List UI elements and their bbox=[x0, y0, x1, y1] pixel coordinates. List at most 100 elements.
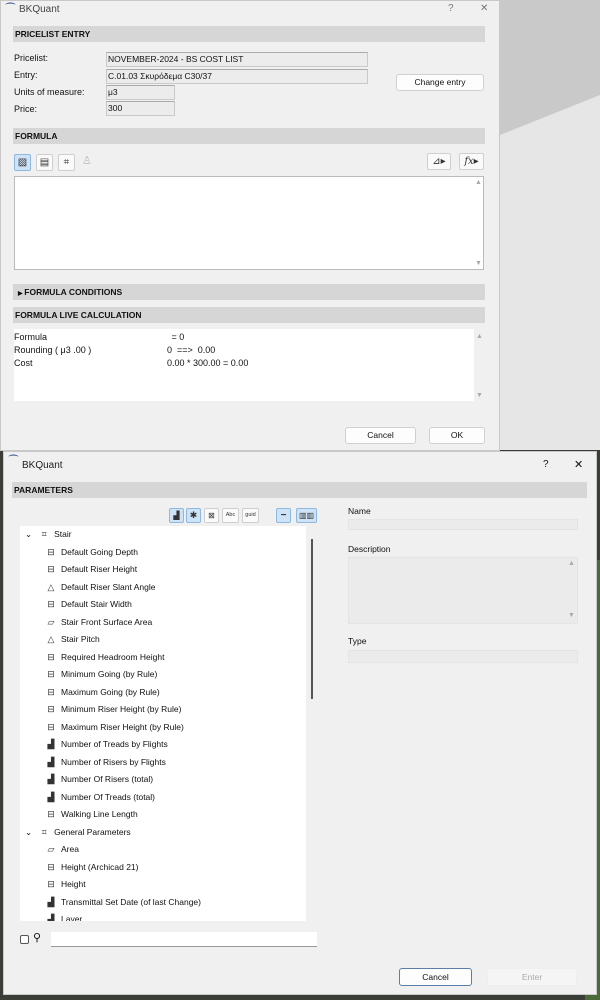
dialog-title: BKQuant bbox=[19, 4, 60, 15]
tree-item[interactable]: ⊟ Default Riser Height bbox=[20, 561, 306, 579]
dimension-icon: ⊟ bbox=[47, 651, 55, 662]
help-button[interactable]: ? bbox=[543, 459, 549, 470]
calc-label: Cost bbox=[14, 358, 33, 368]
tree-item[interactable]: ▱ Stair Front Surface Area bbox=[20, 614, 306, 632]
scroll-down-icon[interactable]: ▼ bbox=[476, 392, 483, 399]
text-filter-button[interactable]: Abc bbox=[222, 508, 239, 523]
dialog-title: BKQuant bbox=[22, 460, 63, 471]
function-menu-icon[interactable]: fx▸ bbox=[459, 153, 484, 170]
formula-conditions-header[interactable]: ▶ FORMULA CONDITIONS bbox=[13, 284, 485, 300]
item-label: Maximum Riser Height (by Rule) bbox=[61, 721, 184, 732]
calc-value: 0 ==> 0.00 bbox=[167, 345, 216, 355]
item-label: Walking Line Length bbox=[61, 809, 138, 819]
tree-group[interactable]: ⌄ ⌗ General Parameters bbox=[20, 824, 306, 842]
app-logo-icon: ⁀ bbox=[9, 456, 18, 468]
chevron-down-icon[interactable]: ⌄ bbox=[25, 827, 32, 837]
type-label: Type bbox=[348, 636, 367, 646]
close-button[interactable]: ✕ bbox=[574, 458, 583, 471]
bricks-icon[interactable]: ▤ bbox=[36, 154, 53, 171]
tree-item[interactable]: ⊟ Maximum Riser Height (by Rule) bbox=[20, 719, 306, 737]
tree-item[interactable]: ⊟ Default Going Depth bbox=[20, 544, 306, 562]
scroll-up-icon[interactable]: ▲ bbox=[475, 179, 482, 186]
angle-menu-icon[interactable]: ⊿▸ bbox=[427, 153, 451, 170]
scroll-up-icon[interactable]: ▲ bbox=[568, 560, 575, 567]
scroll-down-icon[interactable]: ▼ bbox=[475, 260, 482, 267]
tree-item[interactable]: ▟ Transmittal Set Date (of last Change) bbox=[20, 894, 306, 912]
pricelist-entry-header: PRICELIST ENTRY bbox=[13, 26, 485, 42]
item-label: Required Headroom Height bbox=[61, 651, 165, 662]
item-label: Minimum Riser Height (by Rule) bbox=[61, 704, 182, 714]
item-label: Height bbox=[61, 879, 86, 889]
tree-group[interactable]: ⌄ ⌗ Stair bbox=[20, 526, 306, 544]
tag-icon[interactable]: ⌗ bbox=[58, 154, 75, 171]
cancel-button[interactable]: Cancel bbox=[345, 427, 416, 444]
close-button[interactable]: ✕ bbox=[480, 3, 488, 14]
tree-item[interactable]: ▟ Number Of Risers (total) bbox=[20, 771, 306, 789]
pricelist-field: NOVEMBER-2024 - BS COST LIST bbox=[106, 52, 368, 67]
units-field: μ3 bbox=[106, 85, 175, 100]
scroll-down-icon[interactable]: ▼ bbox=[568, 612, 575, 619]
item-label: Maximum Going (by Rule) bbox=[61, 686, 160, 697]
hatch-icon[interactable]: ▨ bbox=[14, 154, 31, 171]
item-label: Stair Pitch bbox=[61, 634, 100, 644]
tree-item[interactable]: ▟ Number Of Treads (total) bbox=[20, 789, 306, 807]
tree-item[interactable]: ▟ Layer bbox=[20, 911, 306, 921]
tree-item[interactable]: △ Stair Pitch bbox=[20, 631, 306, 649]
price-label: Price: bbox=[14, 104, 38, 114]
tree-item[interactable]: ▟ Number of Treads by Flights bbox=[20, 736, 306, 754]
dimension-icon: ⊟ bbox=[47, 564, 55, 574]
help-button[interactable]: ? bbox=[448, 3, 454, 14]
name-label: Name bbox=[348, 506, 371, 516]
dimension-icon: ⊟ bbox=[47, 686, 55, 697]
formula-editor[interactable] bbox=[14, 176, 484, 270]
tree-item[interactable]: ▟ Number of Risers by Flights bbox=[20, 754, 306, 772]
tree-item[interactable]: ⊟ Height (Archicad 21) bbox=[20, 859, 306, 877]
search-input[interactable] bbox=[51, 932, 317, 947]
parameter-tree[interactable]: ⌄ ⌗ Stair ⊟ Default Going Depth ⊟ Default Rise… bbox=[20, 526, 306, 921]
filter-checkbox[interactable] bbox=[20, 935, 29, 944]
single-column-icon[interactable]: − bbox=[276, 508, 291, 523]
guid-filter-button[interactable]: guid bbox=[242, 508, 259, 523]
tree-scrollbar[interactable] bbox=[311, 539, 313, 699]
angle-icon: △ bbox=[47, 581, 55, 592]
tree-item[interactable]: △ Default Riser Slant Angle bbox=[20, 579, 306, 597]
cancel-button[interactable]: Cancel bbox=[399, 968, 472, 986]
description-field[interactable] bbox=[348, 557, 578, 624]
dimension-icon: ⊟ bbox=[47, 809, 55, 819]
tree-item[interactable]: ▱ Area bbox=[20, 841, 306, 859]
calc-value: 0.00 * 300.00 = 0.00 bbox=[167, 358, 249, 368]
angle-icon: △ bbox=[47, 634, 55, 644]
tree-item[interactable]: ⊟ Maximum Going (by Rule) bbox=[20, 684, 306, 702]
scroll-up-icon[interactable]: ▲ bbox=[476, 333, 483, 340]
item-label: Default Riser Height bbox=[61, 564, 138, 574]
name-field[interactable] bbox=[348, 519, 578, 530]
live-calculation-header: FORMULA LIVE CALCULATION bbox=[13, 307, 485, 323]
pricelist-label: Pricelist: bbox=[14, 53, 49, 63]
chevron-down-icon[interactable]: ⌄ bbox=[25, 529, 32, 539]
ok-button[interactable]: OK bbox=[429, 427, 485, 444]
tag-icon: ⌗ bbox=[41, 826, 47, 837]
type-field[interactable] bbox=[348, 650, 578, 663]
tree-item[interactable]: ⊟ Required Headroom Height bbox=[20, 649, 306, 667]
number-icon: ▟ bbox=[47, 896, 55, 907]
enter-button[interactable]: Enter bbox=[487, 968, 577, 986]
angle-filter-icon[interactable]: ✱ bbox=[186, 508, 201, 523]
item-label: Stair Front Surface Area bbox=[61, 616, 153, 627]
number-filter-icon[interactable]: ▟ bbox=[169, 508, 184, 523]
item-label: Number Of Treads (total) bbox=[61, 791, 156, 802]
tree-item[interactable]: ⊟ Walking Line Length bbox=[20, 806, 306, 824]
tree-item[interactable]: ⊟ Height bbox=[20, 876, 306, 894]
chair-icon[interactable]: ♙ bbox=[82, 154, 92, 167]
dimension-icon: ⊟ bbox=[47, 861, 55, 872]
boolean-filter-icon[interactable]: ⊠ bbox=[204, 508, 219, 523]
tree-item[interactable]: ⊟ Minimum Riser Height (by Rule) bbox=[20, 701, 306, 719]
description-label: Description bbox=[348, 544, 391, 554]
number-icon: ▟ bbox=[47, 756, 55, 767]
tree-item[interactable]: ⊟ Default Stair Width bbox=[20, 596, 306, 614]
tree-item[interactable]: ⊟ Minimum Going (by Rule) bbox=[20, 666, 306, 684]
area-icon: ▱ bbox=[47, 616, 55, 627]
multi-column-icon[interactable]: ▥▥ bbox=[296, 508, 317, 523]
item-label: Default Riser Slant Angle bbox=[61, 581, 156, 592]
dimension-icon: ⊟ bbox=[47, 599, 55, 609]
change-entry-button[interactable]: Change entry bbox=[396, 74, 484, 91]
